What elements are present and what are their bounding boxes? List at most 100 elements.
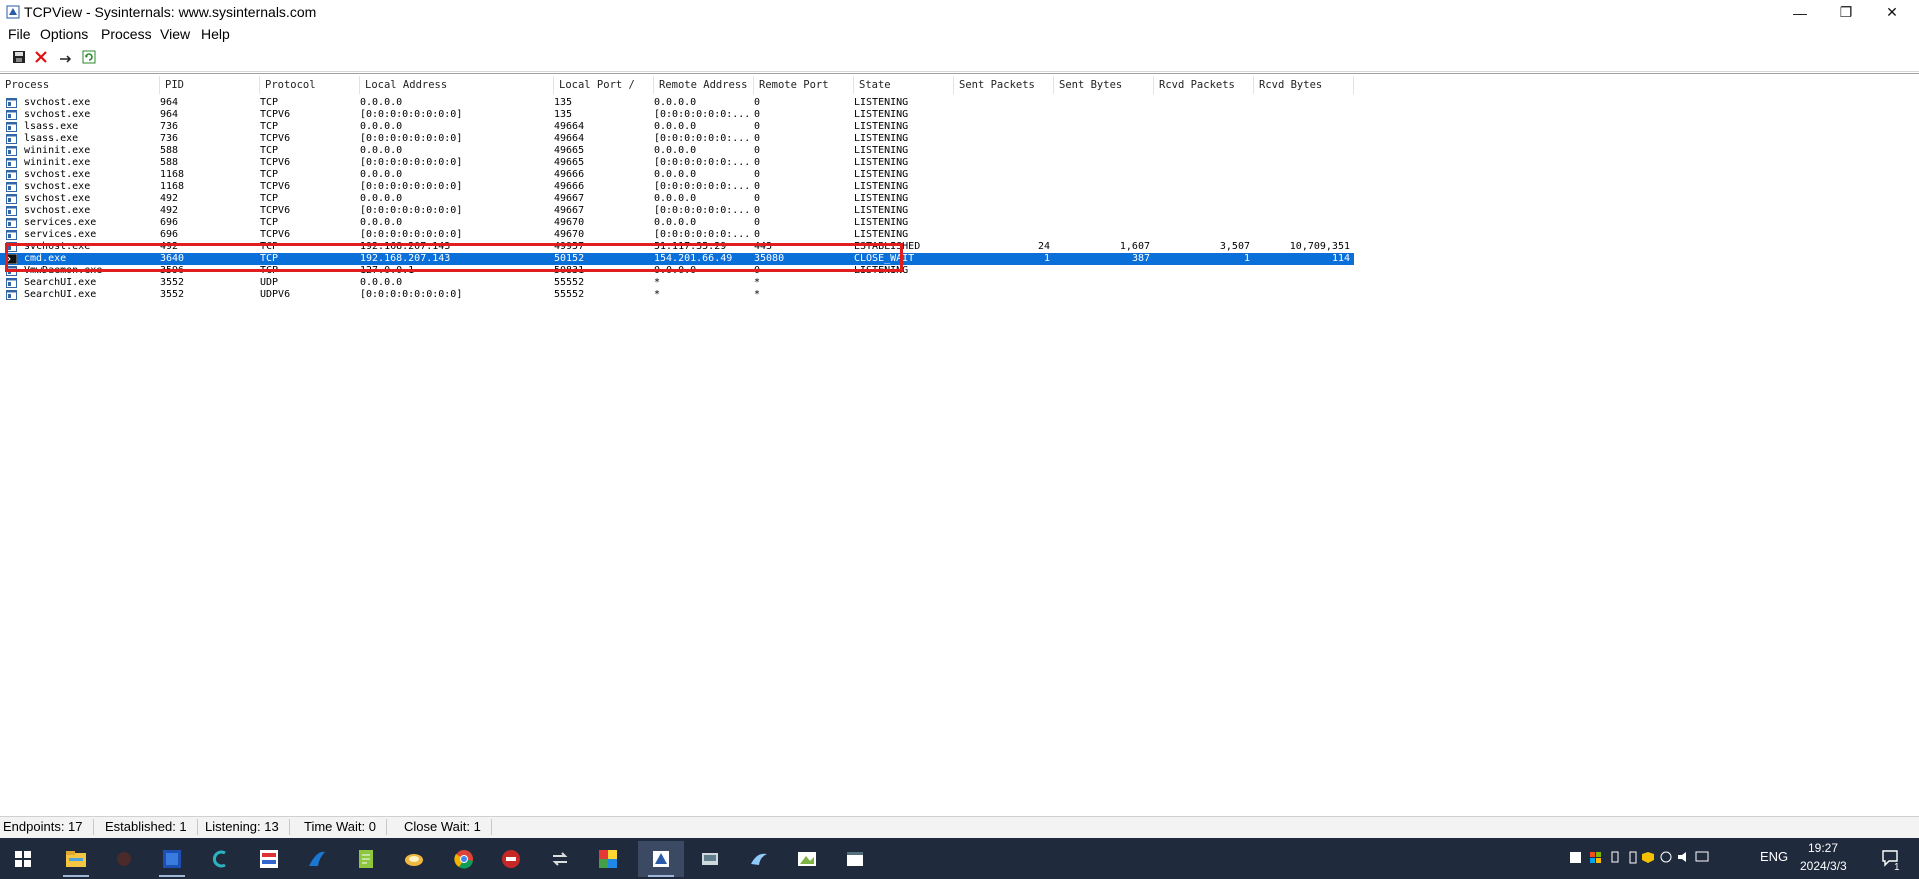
table-row[interactable]: wininit.exe 588 TCP 0.0.0.0 49665 0.0.0.0 0 LIS… [0,145,1354,157]
table-row[interactable]: services.exe 696 TCPV6 [0:0:0:0:0:0:0:0] 496… [0,229,1354,241]
cell-process: svchost.exe [24,169,91,180]
col-remote-port[interactable]: Remote Port [754,76,854,94]
cell-local-port: 55552 [554,289,585,300]
close-connection-icon[interactable] [32,48,50,66]
shark-blue-icon[interactable] [736,841,782,877]
tcpview-icon[interactable] [638,841,684,877]
table-row[interactable]: SearchUI.exe 3552 UDP 0.0.0.0 55552 * * [0,277,1354,289]
menu-help[interactable]: Help [201,26,230,42]
minimize-button[interactable]: — [1777,0,1823,25]
cell-process: svchost.exe [24,205,91,216]
cell-local-address: 0.0.0.0 [360,169,403,180]
windows-start-icon[interactable] [0,841,46,877]
wireshark-icon[interactable] [294,841,340,877]
paint-app-icon[interactable] [784,841,830,877]
cell-rcvd-packets [1154,205,1250,217]
col-rcvd-bytes[interactable]: Rcvd Bytes [1254,76,1354,94]
language-indicator[interactable]: ENG [1760,849,1788,864]
process-icon [6,122,17,132]
recorder-app-icon[interactable] [488,841,534,877]
cell-remote-port: * [754,289,761,300]
col-local-address[interactable]: Local Address [360,76,554,94]
cell-process: SearchUI.exe [24,277,97,288]
table-row[interactable]: lsass.exe 736 TCPV6 [0:0:0:0:0:0:0:0] 49664 [… [0,133,1354,145]
cell-protocol: TCP [260,97,279,108]
col-protocol[interactable]: Protocol [260,76,360,94]
folder-app-icon[interactable] [391,841,437,877]
close-button[interactable]: ✕ [1869,0,1915,25]
cell-state: LISTENING [854,109,909,120]
cell-remote-address: [0:0:0:0:0:0:... [654,157,751,168]
table-row[interactable]: wininit.exe 588 TCPV6 [0:0:0:0:0:0:0:0] 4966… [0,157,1354,169]
menu-file[interactable]: File [8,26,31,42]
c-app-icon[interactable] [197,841,243,877]
col-sent-bytes[interactable]: Sent Bytes [1054,76,1154,94]
col-sent-packets[interactable]: Sent Packets [954,76,1054,94]
cell-local-address: 0.0.0.0 [360,121,403,132]
menu-options[interactable]: Options [40,26,88,42]
cell-sent-bytes: 1,607 [1119,241,1150,252]
col-rcvd-packets[interactable]: Rcvd Packets [1154,76,1254,94]
cell-remote-address: [0:0:0:0:0:0:... [654,181,751,192]
cell-sent-packets [954,157,1050,169]
tray-icons[interactable] [1568,849,1718,868]
clock-date[interactable]: 2024/3/3 [1800,859,1847,873]
chrome-icon[interactable] [441,841,487,877]
table-row[interactable]: svchost.exe 492 TCP 0.0.0.0 49667 0.0.0.0 0 LIS… [0,193,1354,205]
menu-process[interactable]: Process [101,26,152,42]
cell-remote-port: 0 [754,97,761,108]
restore-button[interactable]: ❐ [1823,0,1869,25]
refresh-icon[interactable] [80,48,98,66]
table-row[interactable]: svchost.exe 1168 TCPV6 [0:0:0:0:0:0:0:0] 496… [0,181,1354,193]
cell-remote-port: * [754,277,761,288]
cell-pid: 1168 [160,181,185,192]
col-remote-address[interactable]: Remote Address [654,76,754,94]
cell-rcvd-packets: 3,507 [1219,241,1250,252]
sysinternals-icon[interactable] [687,841,733,877]
cell-rcvd-packets [1154,109,1250,121]
cell-pid: 696 [160,229,179,240]
cell-sent-packets: 1 [1043,253,1050,264]
window-app-icon[interactable] [832,841,878,877]
menu-bar [0,25,1919,45]
col-local-port[interactable]: Local Port / [554,76,654,94]
clock-time[interactable]: 19:27 [1808,841,1838,855]
cell-local-address: [0:0:0:0:0:0:0:0] [360,289,463,300]
table-row[interactable]: svchost.exe 492 TCPV6 [0:0:0:0:0:0:0:0] 4966… [0,205,1354,217]
notepad-plus-icon[interactable] [343,841,389,877]
table-row[interactable]: svchost.exe 964 TCP 0.0.0.0 135 0.0.0.0 0 LISTE… [0,97,1354,109]
color-squares-icon[interactable] [585,841,631,877]
file-explorer-icon[interactable] [53,841,99,877]
process-icon [6,158,17,168]
toolbar [0,45,1919,72]
cell-remote-port: 0 [754,193,761,204]
cell-rcvd-packets [1154,133,1250,145]
cell-protocol: TCP [260,217,279,228]
table-row[interactable]: services.exe 696 TCP 0.0.0.0 49670 0.0.0.0 0 LI… [0,217,1354,229]
table-row[interactable]: svchost.exe 964 TCPV6 [0:0:0:0:0:0:0:0] 135 [… [0,109,1354,121]
col-pid[interactable]: PID [160,76,260,94]
table-row[interactable]: lsass.exe 736 TCP 0.0.0.0 49664 0.0.0.0 0 LISTE… [0,121,1354,133]
transfer-app-icon[interactable] [537,841,583,877]
cell-sent-bytes [1054,289,1150,301]
menu-view[interactable]: View [160,26,190,42]
table-body: svchost.exe 964 TCP 0.0.0.0 135 0.0.0.0 0 LISTE… [0,97,1354,307]
col-process[interactable]: Process [0,76,160,94]
resolve-addresses-icon[interactable] [56,48,74,66]
cell-local-port: 49665 [554,145,585,156]
cell-rcvd-bytes [1254,265,1350,277]
cell-pid: 736 [160,121,179,132]
col-state[interactable]: State [854,76,954,94]
table-row[interactable]: svchost.exe 1168 TCP 0.0.0.0 49666 0.0.0.0 0 LI… [0,169,1354,181]
video-app-icon[interactable] [246,841,292,877]
cell-pid: 964 [160,109,179,120]
table-row[interactable]: SearchUI.exe 3552 UDPV6 [0:0:0:0:0:0:0:0] 55… [0,289,1354,301]
virtual-machine-icon[interactable] [149,841,195,877]
cell-remote-address: 0.0.0.0 [654,145,697,156]
cell-remote-address: [0:0:0:0:0:0:... [654,109,751,120]
cell-local-address: [0:0:0:0:0:0:0:0] [360,205,463,216]
save-icon[interactable] [10,48,28,66]
app-icon-dark[interactable] [101,841,147,877]
cell-rcvd-bytes [1254,229,1350,241]
cell-sent-bytes [1054,169,1150,181]
